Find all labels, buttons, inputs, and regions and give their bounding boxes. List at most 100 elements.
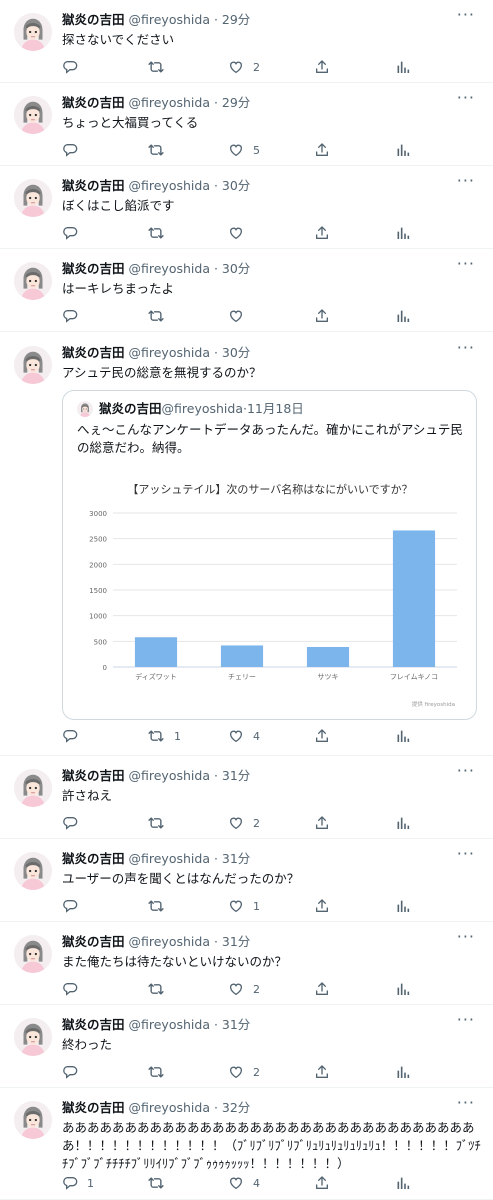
tweet[interactable]: 獄炎の吉田 @fireyoshida · 31分 ··· また俺たちは待たないといけ… (0, 922, 493, 1005)
user-handle[interactable]: @fireyoshida (129, 768, 210, 783)
display-name[interactable]: 獄炎の吉田 (62, 178, 125, 193)
retweet-button[interactable] (147, 896, 165, 916)
more-icon[interactable]: ··· (457, 763, 475, 779)
avatar[interactable] (14, 935, 52, 973)
timestamp[interactable]: 30分 (222, 261, 250, 276)
avatar[interactable] (14, 769, 52, 807)
avatar[interactable] (14, 262, 52, 300)
timestamp[interactable]: 30分 (222, 178, 250, 193)
like-button[interactable] (228, 306, 244, 326)
reply-button[interactable] (62, 223, 78, 243)
timestamp[interactable]: 31分 (222, 851, 250, 866)
analytics-button[interactable] (395, 726, 411, 746)
timestamp[interactable]: 29分 (222, 95, 250, 110)
retweet-button[interactable] (147, 1173, 165, 1193)
reply-button[interactable] (62, 57, 78, 77)
avatar[interactable] (14, 1018, 52, 1056)
more-icon[interactable]: ··· (457, 1095, 475, 1111)
like-button[interactable]: 5 (228, 140, 260, 160)
display-name[interactable]: 獄炎の吉田 (62, 261, 125, 276)
share-button[interactable] (314, 1173, 330, 1193)
analytics-button[interactable] (395, 140, 411, 160)
user-handle[interactable]: @fireyoshida (129, 1100, 210, 1115)
tweet[interactable]: 獄炎の吉田 @fireyoshida · 29分 ··· ちょっと大福買ってくる 5 (0, 83, 493, 166)
more-icon[interactable]: ··· (457, 90, 475, 106)
reply-button[interactable] (62, 140, 78, 160)
display-name[interactable]: 獄炎の吉田 (62, 851, 125, 866)
user-handle[interactable]: @fireyoshida (129, 261, 210, 276)
more-icon[interactable]: ··· (457, 340, 475, 356)
retweet-button[interactable] (147, 223, 165, 243)
display-name[interactable]: 獄炎の吉田 (62, 934, 125, 949)
reply-button[interactable] (62, 813, 78, 833)
timestamp[interactable]: 32分 (222, 1100, 250, 1115)
share-button[interactable] (314, 896, 330, 916)
retweet-button[interactable] (147, 813, 165, 833)
retweet-button[interactable] (147, 140, 165, 160)
analytics-button[interactable] (395, 813, 411, 833)
retweet-button[interactable] (147, 57, 165, 77)
analytics-button[interactable] (395, 1062, 411, 1082)
share-button[interactable] (314, 979, 330, 999)
display-name[interactable]: 獄炎の吉田 (62, 1017, 125, 1032)
timestamp[interactable]: 31分 (222, 934, 250, 949)
avatar[interactable] (14, 1101, 52, 1139)
more-icon[interactable]: ··· (457, 173, 475, 189)
share-button[interactable] (314, 306, 330, 326)
like-button[interactable]: 2 (228, 813, 260, 833)
tweet[interactable]: 獄炎の吉田 @fireyoshida · 30分 ··· はーキレちまったよ (0, 249, 493, 332)
tweet[interactable]: 獄炎の吉田 @fireyoshida · 30分 ··· アシュテ民の総意を無視する… (0, 333, 493, 756)
share-button[interactable] (314, 1062, 330, 1082)
user-handle[interactable]: @fireyoshida (129, 95, 210, 110)
tweet[interactable]: 獄炎の吉田 @fireyoshida · 31分 ··· ユーザーの声を聞くとはなん… (0, 839, 493, 922)
tweet[interactable]: 獄炎の吉田 @fireyoshida · 30分 ··· ぼくはこし餡派です (0, 166, 493, 249)
analytics-button[interactable] (395, 896, 411, 916)
like-button[interactable]: 4 (228, 726, 260, 746)
timestamp[interactable]: 31分 (222, 1017, 250, 1032)
analytics-button[interactable] (395, 979, 411, 999)
quoted-tweet[interactable]: 獄炎の吉田 @fireyoshida · 11月18日 へぇ～こんなアンケートデー… (62, 390, 477, 720)
user-handle[interactable]: @fireyoshida (129, 12, 210, 27)
like-button[interactable]: 4 (228, 1173, 260, 1193)
like-button[interactable]: 2 (228, 1062, 260, 1082)
share-button[interactable] (314, 726, 330, 746)
display-name[interactable]: 獄炎の吉田 (62, 345, 125, 360)
more-icon[interactable]: ··· (457, 929, 475, 945)
retweet-button[interactable] (147, 306, 165, 326)
share-button[interactable] (314, 813, 330, 833)
retweet-button[interactable] (147, 1062, 165, 1082)
more-icon[interactable]: ··· (457, 7, 475, 23)
analytics-button[interactable] (395, 223, 411, 243)
analytics-button[interactable] (395, 306, 411, 326)
like-button[interactable]: 2 (228, 57, 260, 77)
display-name[interactable]: 獄炎の吉田 (62, 1100, 125, 1115)
more-icon[interactable]: ··· (457, 1012, 475, 1028)
user-handle[interactable]: @fireyoshida (129, 178, 210, 193)
reply-button[interactable] (62, 726, 78, 746)
reply-button[interactable]: 1 (62, 1173, 94, 1193)
display-name[interactable]: 獄炎の吉田 (62, 768, 125, 783)
analytics-button[interactable] (395, 57, 411, 77)
user-handle[interactable]: @fireyoshida (129, 345, 210, 360)
avatar[interactable] (14, 96, 52, 134)
retweet-button[interactable]: 1 (147, 726, 181, 746)
display-name[interactable]: 獄炎の吉田 (62, 12, 125, 27)
retweet-button[interactable] (147, 979, 165, 999)
share-button[interactable] (314, 223, 330, 243)
tweet[interactable]: 獄炎の吉田 @fireyoshida · 32分 ··· あああああああああああああ… (0, 1088, 493, 1200)
timestamp[interactable]: 29分 (222, 12, 250, 27)
reply-button[interactable] (62, 896, 78, 916)
reply-button[interactable] (62, 979, 78, 999)
analytics-button[interactable] (395, 1173, 411, 1193)
timestamp[interactable]: 31分 (222, 768, 250, 783)
share-button[interactable] (314, 140, 330, 160)
avatar[interactable] (14, 179, 52, 217)
avatar[interactable] (14, 13, 52, 51)
like-button[interactable]: 2 (228, 979, 260, 999)
tweet[interactable]: 獄炎の吉田 @fireyoshida · 31分 ··· 許さねえ 2 (0, 756, 493, 839)
tweet[interactable]: 獄炎の吉田 @fireyoshida · 31分 ··· 終わった 2 (0, 1005, 493, 1088)
display-name[interactable]: 獄炎の吉田 (62, 95, 125, 110)
user-handle[interactable]: @fireyoshida (129, 934, 210, 949)
tweet[interactable]: 獄炎の吉田 @fireyoshida · 29分 ··· 探さないでください 2 (0, 0, 493, 83)
reply-button[interactable] (62, 306, 78, 326)
